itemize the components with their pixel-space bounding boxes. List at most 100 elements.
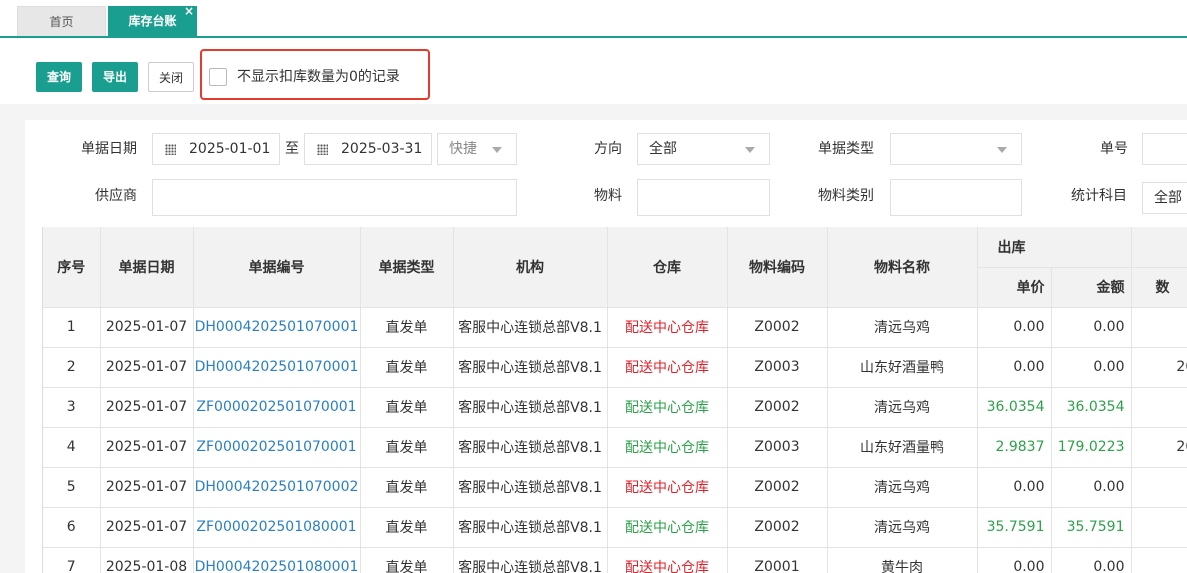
cell-doc-no-link[interactable]: DH0004202501070002 — [193, 467, 361, 508]
cell-qty: 87. — [1131, 467, 1187, 508]
material-category-label: 物料类别 — [818, 188, 874, 204]
hide-zero-label[interactable]: 不显示扣库数量为0的记录 — [237, 68, 400, 86]
stat-subject-value: 全部 — [1154, 190, 1182, 206]
cell-unit-price: 0.00 — [977, 547, 1052, 573]
header-amount[interactable]: 金额 — [1051, 267, 1132, 308]
cell-doc-no-link[interactable]: ZF0000202501070001 — [193, 387, 361, 428]
doc-type-select[interactable] — [890, 133, 1022, 165]
cell-org: 客服中心连锁总部V8.1 — [453, 507, 608, 548]
material-label: 物料 — [594, 188, 622, 204]
date-from-value: 2025-01-01 — [189, 141, 271, 157]
table-row[interactable]: 2 2025-01-07 DH0004202501070001 直发单 客服中心连锁总部… — [43, 347, 1187, 388]
quick-select-value: 快捷 — [449, 141, 477, 157]
header-unit-price[interactable]: 单价 — [977, 267, 1052, 308]
cell-material-code: Z0001 — [727, 547, 828, 573]
cell-amount: 35.7591 — [1051, 507, 1132, 548]
header-warehouse[interactable]: 仓库 — [607, 227, 728, 308]
tab-inventory-ledger-label: 库存台账 — [128, 14, 177, 28]
cell-amount: 0.00 — [1051, 307, 1132, 348]
table-row[interactable]: 6 2025-01-07 ZF0000202501080001 直发单 客服中心连锁总部… — [43, 507, 1187, 548]
cell-seq: 6 — [43, 507, 101, 548]
header-qty[interactable]: 数 — [1131, 267, 1187, 308]
ledger-table-container[interactable]: 序号 单据日期 单据编号 单据类型 机构 仓库 物料编码 物料名称 出库 单价 … — [42, 227, 1187, 573]
header-org[interactable]: 机构 — [453, 227, 608, 308]
cell-seq: 2 — [43, 347, 101, 388]
doc-no-input[interactable] — [1142, 133, 1187, 165]
tab-inventory-ledger[interactable]: 库存台账 × — [108, 4, 197, 37]
cell-seq: 1 — [43, 307, 101, 348]
cell-qty: 87. — [1131, 307, 1187, 348]
direction-value: 全部 — [649, 141, 677, 157]
cell-date: 2025-01-07 — [100, 307, 194, 348]
stat-subject-select[interactable]: 全部 — [1142, 182, 1187, 214]
header-seq[interactable]: 序号 — [43, 227, 101, 308]
close-button[interactable]: 关闭 — [148, 62, 194, 92]
header-next-group — [1131, 227, 1187, 268]
cell-material-name: 清远乌鸡 — [827, 307, 978, 348]
table-row[interactable]: 1 2025-01-07 DH0004202501070001 直发单 客服中心连锁总部… — [43, 307, 1187, 348]
cell-amount: 0.00 — [1051, 547, 1132, 573]
cell-material-code: Z0003 — [727, 347, 828, 388]
direction-label: 方向 — [594, 141, 622, 157]
cell-date: 2025-01-08 — [100, 547, 194, 573]
date-to-field[interactable]: 2025-03-31 — [304, 133, 432, 165]
cell-qty: 2060. — [1131, 347, 1187, 388]
cell-qty: 2000. — [1131, 427, 1187, 468]
direction-select[interactable]: 全部 — [637, 133, 770, 165]
date-from-field[interactable]: 2025-01-01 — [152, 133, 280, 165]
calendar-icon — [165, 144, 176, 155]
cell-amount: 179.0223 — [1051, 427, 1132, 468]
cell-seq: 7 — [43, 547, 101, 573]
cell-doc-type: 直发单 — [360, 307, 454, 348]
cell-qty: 68. — [1131, 547, 1187, 573]
cell-warehouse: 配送中心仓库 — [607, 387, 728, 428]
header-doc-type[interactable]: 单据类型 — [360, 227, 454, 308]
tab-home[interactable]: 首页 — [17, 6, 106, 37]
supplier-input[interactable] — [152, 179, 517, 216]
cell-date: 2025-01-07 — [100, 427, 194, 468]
main-area: 单据日期 2025-01-01 至 2025-03-31 快捷 方向 全部 单据… — [0, 104, 1187, 573]
cell-doc-no-link[interactable]: DH0004202501070001 — [193, 347, 361, 388]
material-category-input[interactable] — [890, 179, 1022, 216]
cell-amount: 36.0354 — [1051, 387, 1132, 428]
header-material-code[interactable]: 物料编码 — [727, 227, 828, 308]
doc-type-label: 单据类型 — [818, 141, 874, 157]
cell-material-code: Z0002 — [727, 387, 828, 428]
table-row[interactable]: 3 2025-01-07 ZF0000202501070001 直发单 客服中心连锁总部… — [43, 387, 1187, 428]
chevron-down-icon — [745, 147, 755, 153]
cell-doc-no-link[interactable]: ZF0000202501080001 — [193, 507, 361, 548]
cell-warehouse: 配送中心仓库 — [607, 347, 728, 388]
cell-material-name: 山东好酒量鸭 — [827, 427, 978, 468]
table-row[interactable]: 4 2025-01-07 ZF0000202501070001 直发单 客服中心连锁总部… — [43, 427, 1187, 468]
query-button[interactable]: 查询 — [36, 62, 82, 92]
cell-date: 2025-01-07 — [100, 347, 194, 388]
header-material-name[interactable]: 物料名称 — [827, 227, 978, 308]
export-button[interactable]: 导出 — [92, 62, 138, 92]
cell-material-name: 清远乌鸡 — [827, 507, 978, 548]
cell-doc-type: 直发单 — [360, 507, 454, 548]
table-row[interactable]: 5 2025-01-07 DH0004202501070002 直发单 客服中心连锁总部… — [43, 467, 1187, 508]
calendar-icon — [317, 144, 328, 155]
cell-warehouse: 配送中心仓库 — [607, 547, 728, 573]
supplier-label: 供应商 — [95, 188, 137, 204]
header-doc-no[interactable]: 单据编号 — [193, 227, 361, 308]
date-label: 单据日期 — [81, 141, 137, 157]
cell-org: 客服中心连锁总部V8.1 — [453, 547, 608, 573]
header-date[interactable]: 单据日期 — [100, 227, 194, 308]
cell-seq: 3 — [43, 387, 101, 428]
close-icon[interactable]: × — [184, 0, 194, 27]
cell-doc-type: 直发单 — [360, 427, 454, 468]
header-outbound-group: 出库 — [977, 227, 1132, 268]
cell-doc-no-link[interactable]: DH0004202501070001 — [193, 307, 361, 348]
quick-select[interactable]: 快捷 — [437, 133, 517, 165]
cell-unit-price: 35.7591 — [977, 507, 1052, 548]
tab-bar: 首页 库存台账 × — [0, 0, 1187, 38]
cell-seq: 4 — [43, 427, 101, 468]
hide-zero-checkbox[interactable] — [209, 68, 227, 86]
table-row[interactable]: 7 2025-01-08 DH0004202501080001 直发单 客服中心连锁总部… — [43, 547, 1187, 573]
material-input[interactable] — [637, 179, 770, 216]
cell-material-code: Z0002 — [727, 307, 828, 348]
cell-doc-no-link[interactable]: ZF0000202501070001 — [193, 427, 361, 468]
cell-doc-no-link[interactable]: DH0004202501080001 — [193, 547, 361, 573]
chevron-down-icon — [997, 147, 1007, 153]
